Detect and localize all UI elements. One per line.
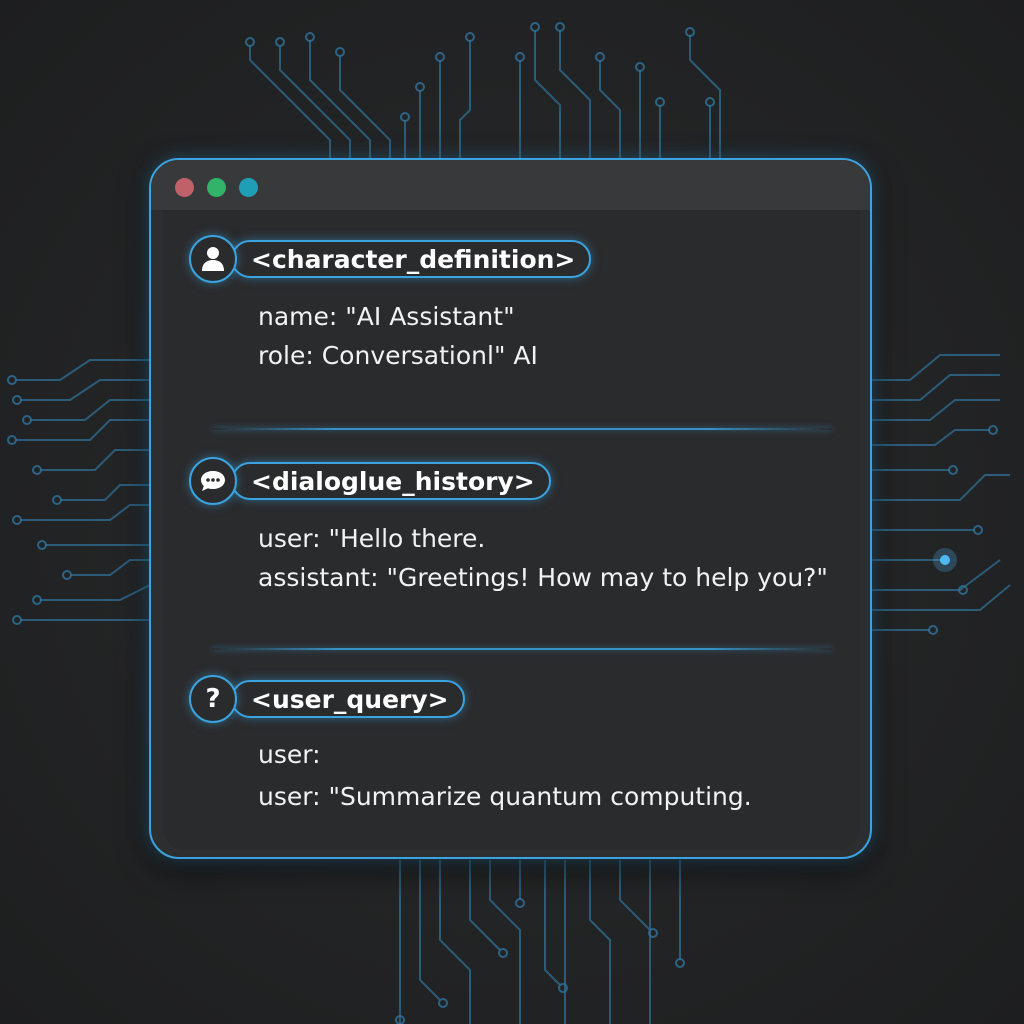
dialogue-history-header: <dialoglue_history> [189,457,551,505]
section-divider [212,428,832,430]
chat-bubble-icon [189,457,237,505]
dialogue-assistant-line: assistant: "Greetings! How may to help y… [258,563,828,592]
dialogue-history-tag: <dialoglue_history> [231,462,551,500]
user-query-tag: <user_query> [231,680,465,718]
close-dot[interactable] [175,178,194,197]
question-mark-glyph: ? [205,684,221,714]
character-name-line: name: "AI Assistant" [258,302,515,331]
character-role-line: role: Conversationl" AI [258,341,538,370]
minimize-dot[interactable] [239,178,258,197]
query-user-line: user: [258,740,321,769]
question-icon: ? [189,675,237,723]
title-bar [151,160,870,210]
section-divider [212,648,832,650]
character-definition-tag: <character_definition> [231,240,592,278]
query-user-request-line: user: "Summarize quantum computing. [258,782,752,811]
user-icon [189,235,237,283]
character-definition-header: <character_definition> [189,235,592,283]
user-query-header: ? <user_query> [189,675,465,723]
maximize-dot[interactable] [207,178,226,197]
background-stage: <character_definition> name: "AI Assista… [0,0,1024,1024]
dialogue-user-line: user: "Hello there. [258,524,486,553]
